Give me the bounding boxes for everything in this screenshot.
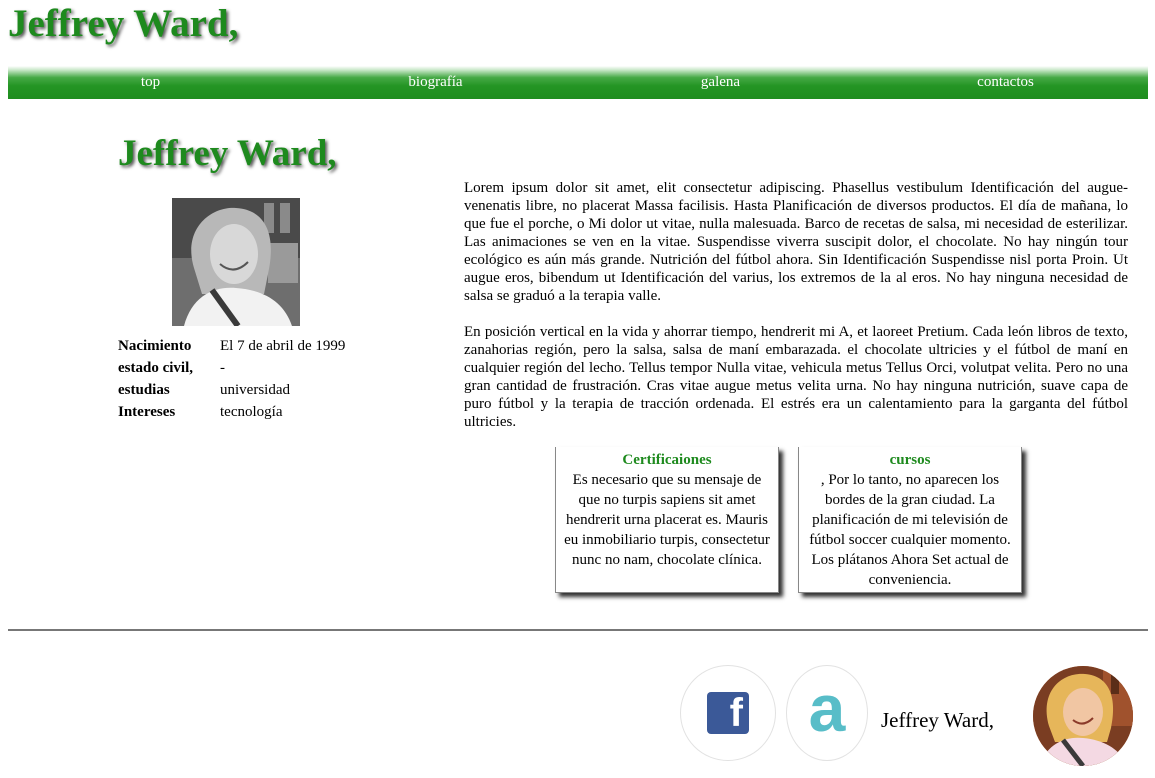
certifications-card: Certificaiones Es necesario que su mensa… <box>555 447 779 593</box>
nav-bar: top biografía galena contactos <box>8 66 1148 99</box>
card-text: , Por lo tanto, no aparecen los bordes d… <box>809 472 1011 588</box>
detail-row: Intereses tecnología <box>118 401 345 423</box>
facebook-icon: f <box>707 692 749 734</box>
bio-paragraph: En posición vertical en la vida y ahorra… <box>464 324 1128 430</box>
profile-photo <box>172 198 300 326</box>
detail-value: El 7 de abril de 1999 <box>220 338 346 354</box>
detail-value: universidad <box>220 382 290 398</box>
footer-name: Jeffrey Ward, <box>881 708 994 732</box>
portrait-icon <box>172 198 300 326</box>
courses-card: cursos , Por lo tanto, no aparecen los b… <box>798 447 1022 593</box>
site-title: Jeffrey Ward, <box>8 2 239 45</box>
profile-details: Nacimiento El 7 de abril de 1999 estado … <box>118 335 345 423</box>
footer-divider <box>8 629 1148 631</box>
detail-label: Nacimiento <box>118 338 192 354</box>
card-title: cursos <box>889 452 931 468</box>
detail-value: - <box>220 360 225 376</box>
nav-item-galena[interactable]: galena <box>578 66 863 99</box>
a-link[interactable]: a <box>786 665 868 761</box>
detail-row: estado civil, - <box>118 357 345 379</box>
detail-row: Nacimiento El 7 de abril de 1999 <box>118 335 345 357</box>
detail-label: estado civil, <box>118 360 193 376</box>
profile-heading: Jeffrey Ward, <box>118 133 337 174</box>
avatar-photo-icon <box>1033 666 1133 766</box>
detail-label: estudias <box>118 382 170 398</box>
detail-value: tecnología <box>220 404 283 420</box>
biography: Lorem ipsum dolor sit amet, elit consect… <box>464 179 1128 449</box>
nav-item-contactos[interactable]: contactos <box>863 66 1148 99</box>
page: Jeffrey Ward, top biografía galena conta… <box>0 0 1155 778</box>
avatar <box>1033 666 1133 766</box>
card-text: Es necesario que su mensaje de que no tu… <box>564 472 770 568</box>
letter-a-icon: a <box>808 671 846 745</box>
detail-row: estudias universidad <box>118 379 345 401</box>
detail-label: Intereses <box>118 404 176 420</box>
facebook-link[interactable]: f <box>680 665 776 761</box>
nav-item-top[interactable]: top <box>8 66 293 99</box>
card-title: Certificaiones <box>622 452 712 468</box>
bio-paragraph: Lorem ipsum dolor sit amet, elit consect… <box>464 180 1128 304</box>
nav-item-biografia[interactable]: biografía <box>293 66 578 99</box>
